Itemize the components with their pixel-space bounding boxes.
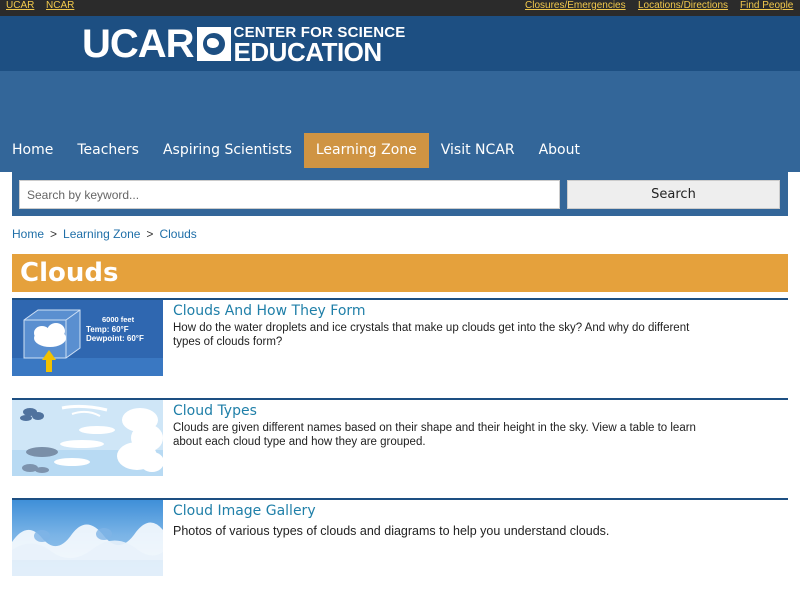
nav-item-aspiring-scientists[interactable]: Aspiring Scientists	[151, 133, 304, 168]
cloud-gallery-thumbnail[interactable]	[12, 500, 163, 576]
breadcrumb-separator: >	[146, 227, 154, 241]
utility-link-closures[interactable]: Closures/Emergencies	[525, 0, 626, 16]
thumb-dewpoint-label: Dewpoint: 60°F	[86, 334, 144, 343]
list-item: Cloud Types Clouds are given different n…	[12, 398, 788, 478]
logo-line2: EDUCATION	[233, 36, 383, 67]
breadcrumb-clouds[interactable]: Clouds	[159, 227, 196, 241]
item-description: Photos of various types of clouds and di…	[173, 524, 610, 538]
list-item: Cloud Image Gallery Photos of various ty…	[12, 498, 788, 578]
item-title-clouds-and-how-they-form[interactable]: Clouds And How They Form	[173, 303, 366, 319]
thumb-altitude-label: 6000 feet	[102, 315, 135, 324]
breadcrumb-home[interactable]: Home	[12, 227, 44, 241]
list-item: 6000 feet Temp: 60°F Dewpoint: 60°F Clou…	[12, 298, 788, 378]
main-nav: Home Teachers Aspiring Scientists Learni…	[0, 133, 592, 168]
search-input[interactable]	[19, 180, 560, 209]
nav-item-home[interactable]: Home	[0, 133, 65, 168]
utility-link-locations[interactable]: Locations/Directions	[638, 0, 728, 16]
breadcrumb: Home > Learning Zone > Clouds	[12, 227, 197, 241]
utility-link-find-people[interactable]: Find People	[740, 0, 793, 16]
globe-icon	[196, 27, 231, 61]
cloud-formation-thumbnail[interactable]: 6000 feet Temp: 60°F Dewpoint: 60°F	[12, 300, 163, 376]
search-button[interactable]: Search	[567, 180, 780, 209]
nav-item-learning-zone[interactable]: Learning Zone	[303, 133, 429, 168]
utility-link-ncar[interactable]: NCAR	[46, 0, 74, 16]
nav-item-visit-ncar[interactable]: Visit NCAR	[429, 133, 527, 168]
ucar-logo[interactable]: UCAR CENTER FOR SCIENCE EDUCATION	[82, 22, 406, 66]
cloud-types-diagram	[12, 400, 163, 476]
site-header: UCAR CENTER FOR SCIENCE EDUCATION	[0, 16, 800, 71]
item-description: Clouds are given different names based o…	[173, 422, 696, 448]
item-title-cloud-image-gallery[interactable]: Cloud Image Gallery	[173, 503, 316, 519]
nav-item-about[interactable]: About	[527, 133, 592, 168]
logo-ucar-text: UCAR	[82, 22, 195, 66]
thumb-temp-label: Temp: 60°F	[86, 325, 129, 334]
page-title-bar: Clouds	[12, 254, 788, 292]
search-bar: Search	[12, 172, 788, 216]
item-title-cloud-types[interactable]: Cloud Types	[173, 403, 257, 419]
nav-item-teachers[interactable]: Teachers	[65, 133, 151, 168]
page-title: Clouds	[20, 258, 119, 288]
item-description: How do the water droplets and ice crysta…	[173, 322, 690, 348]
logo-text: CENTER FOR SCIENCE EDUCATION	[233, 25, 406, 67]
breadcrumb-learning-zone[interactable]: Learning Zone	[63, 227, 140, 241]
breadcrumb-separator: >	[50, 227, 58, 241]
utility-bar: UCAR NCAR Closures/Emergencies Locations…	[0, 0, 800, 16]
utility-link-ucar[interactable]: UCAR	[6, 0, 34, 16]
cloud-photo	[12, 522, 163, 576]
cloud-types-thumbnail[interactable]	[12, 400, 163, 476]
nav-banner: Home Teachers Aspiring Scientists Learni…	[0, 71, 800, 172]
cloud-formation-diagram: 6000 feet Temp: 60°F Dewpoint: 60°F	[12, 300, 163, 376]
